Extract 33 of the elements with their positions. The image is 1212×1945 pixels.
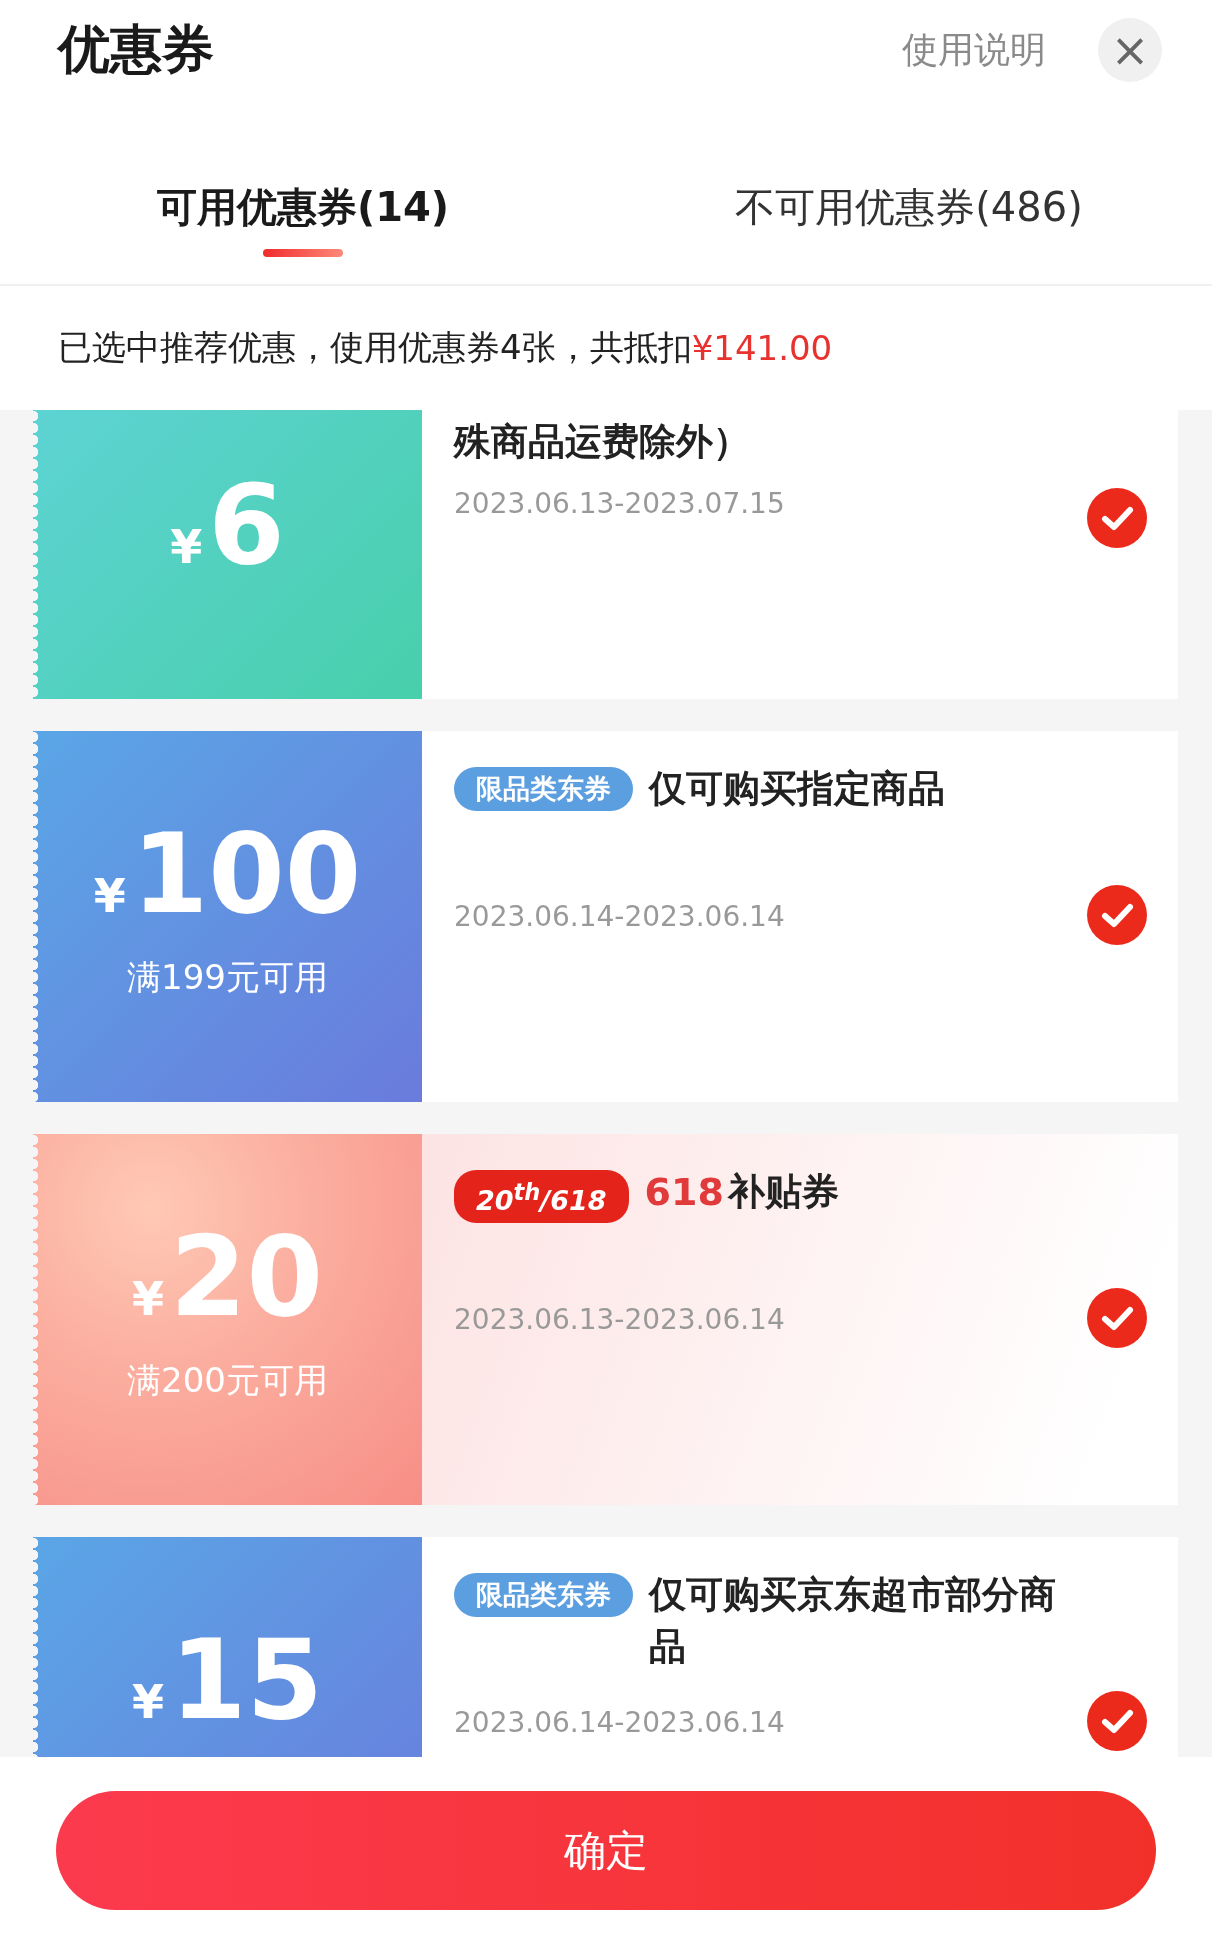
close-button[interactable]: × [1098,18,1162,82]
checked-icon[interactable] [1086,486,1148,549]
checked-icon[interactable] [1086,1286,1148,1349]
confirm-button[interactable]: 确定 [56,1791,1156,1910]
coupon-condition: 满200元可用 [127,1359,328,1402]
coupon-tag: 20$^{th}$/618 [454,1170,629,1223]
event-label: 618 [644,1169,724,1216]
validity-date: 2023.06.14-2023.06.14 [454,1705,786,1741]
coupon-title: 仅可购买京东超市部分商品 [649,1572,1057,1670]
coupon-card[interactable]: 20$^{th}$/618 618补贴券 2023.06.13-2023.06.14 [422,1134,1178,1505]
coupon-tag: 限品类东券 [454,767,633,811]
discount-amount: ¥141.00 [691,328,833,368]
coupon-title: 仅可购买指定商品 [649,766,946,812]
tab[interactable]: 不可用优惠券(486) [606,100,1212,284]
coupon-condition: 满199元可用 [127,956,328,999]
coupon-tag: 限品类东券 [454,1573,633,1617]
coupon-card[interactable]: 殊商品运费除外） 2023.06.13-2023.07.15 [422,410,1178,699]
coupon-title: 补贴券 [727,1169,840,1215]
validity-date: 2023.06.14-2023.06.14 [454,899,786,935]
checked-icon[interactable] [1086,883,1148,946]
coupon-card[interactable]: 限品类东券 仅可购买京东超市部分商品 2023.06.14-2023.06.14 [422,1537,1178,1757]
checked-icon[interactable] [1086,1689,1148,1752]
validity-date: 2023.06.13-2023.06.14 [454,1302,786,1338]
validity-date: 2023.06.13-2023.07.15 [454,486,786,522]
coupon-amount: ¥20 [131,1222,324,1332]
coupon-title: 殊商品运费除外） [454,419,751,465]
coupon-amount: ¥6 [170,469,285,580]
tab[interactable]: 可用优惠券(14) [0,100,606,284]
coupon-amount: ¥100 [93,819,362,929]
summary-text: 已选中推荐优惠，使用优惠券4张，共抵扣 [58,326,692,369]
coupon-card[interactable]: 限品类东券 仅可购买指定商品 2023.06.14-2023.06.14 [422,731,1178,1102]
coupon-amount: ¥15 [131,1625,324,1735]
page-title: 优惠券 [58,18,215,81]
